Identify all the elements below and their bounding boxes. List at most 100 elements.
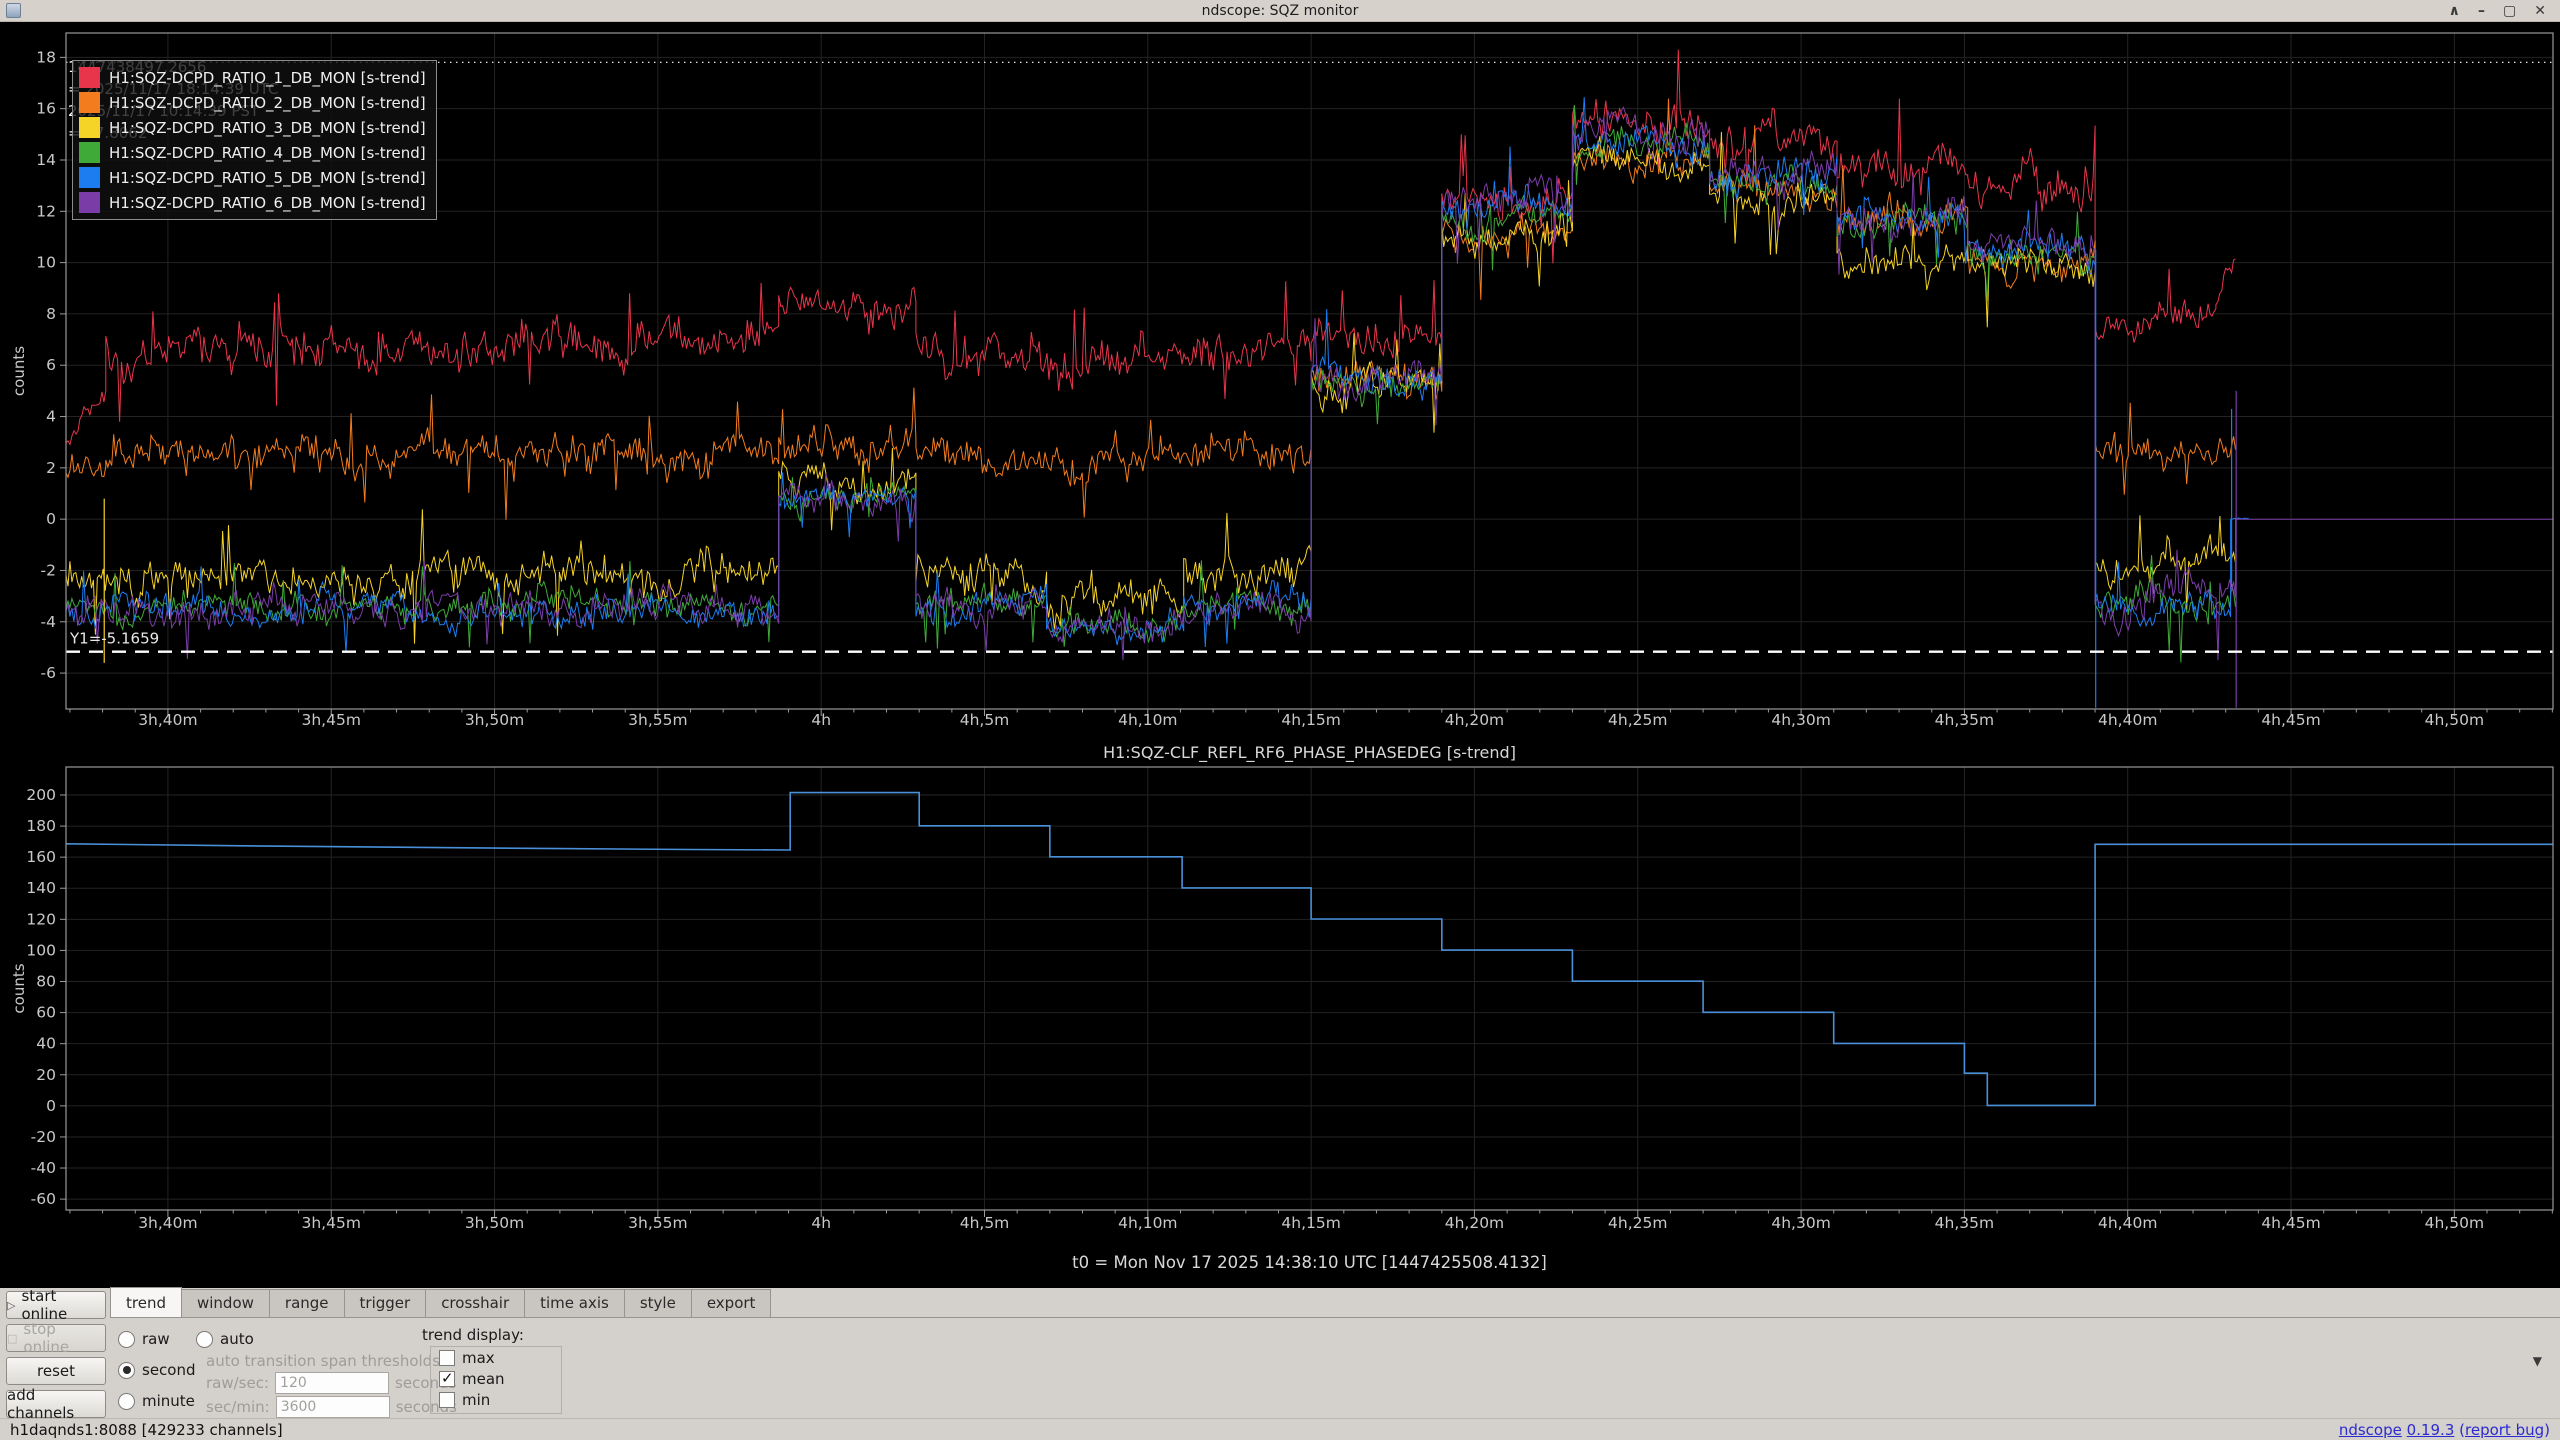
rawsec-input[interactable] (275, 1372, 389, 1394)
checkbox-min-box[interactable] (439, 1392, 455, 1408)
trace-ratio-6 (66, 107, 2553, 660)
button-glyph-icon: ▷ (7, 1299, 15, 1312)
legend-item[interactable]: H1:SQZ-DCPD_RATIO_5_DB_MON [s-trend] (79, 165, 426, 190)
svg-text:0: 0 (46, 1097, 56, 1115)
svg-text:3h,50m: 3h,50m (465, 1214, 524, 1232)
radio-auto-label: auto (220, 1330, 254, 1348)
legend-label: H1:SQZ-DCPD_RATIO_1_DB_MON [s-trend] (109, 69, 426, 87)
chevron-down-icon[interactable]: ▼ (2533, 1354, 2542, 1368)
svg-text:-2: -2 (41, 561, 56, 579)
radio-raw[interactable]: raw (118, 1330, 170, 1348)
bottom-plot-frame: 3h,40m3h,45m3h,50m3h,55m4h4h,5m4h,10m4h,… (26, 767, 2553, 1232)
svg-text:4h,45m: 4h,45m (2261, 1214, 2320, 1232)
minimize-button[interactable]: – (2478, 1, 2485, 21)
svg-text:3h,55m: 3h,55m (628, 711, 687, 729)
tab-range[interactable]: range (269, 1289, 345, 1317)
radio-raw-circle[interactable] (118, 1331, 135, 1348)
start-online-button[interactable]: ▷start online (6, 1291, 106, 1319)
tab-trend[interactable]: trend (110, 1287, 182, 1317)
plot-legend[interactable]: H1:SQZ-DCPD_RATIO_1_DB_MON [s-trend] H1:S… (72, 60, 437, 220)
version-link[interactable]: 0.19.3 (2407, 1421, 2455, 1439)
legend-item[interactable]: H1:SQZ-DCPD_RATIO_1_DB_MON [s-trend] (79, 65, 426, 90)
svg-text:-20: -20 (31, 1128, 56, 1146)
svg-text:100: 100 (26, 941, 56, 959)
svg-text:4h,30m: 4h,30m (1771, 1214, 1830, 1232)
rawsec-row: raw/sec: seconds (206, 1372, 456, 1394)
tab-time-axis[interactable]: time axis (524, 1289, 625, 1317)
svg-text:140: 140 (26, 879, 56, 897)
legend-item[interactable]: H1:SQZ-DCPD_RATIO_3_DB_MON [s-trend] (79, 115, 426, 140)
svg-text:3h,40m: 3h,40m (138, 711, 197, 729)
radio-minute-label: minute (142, 1392, 195, 1410)
legend-item[interactable]: H1:SQZ-DCPD_RATIO_4_DB_MON [s-trend] (79, 140, 426, 165)
radio-second[interactable]: second (118, 1361, 196, 1379)
svg-text:4h,50m: 4h,50m (2425, 711, 2484, 729)
nds-server-status: h1daqnds1:8088 [429233 channels] (10, 1421, 283, 1439)
checkbox-mean[interactable]: mean (431, 1368, 561, 1389)
svg-text:14: 14 (36, 151, 56, 169)
radio-minute[interactable]: minute (118, 1392, 195, 1410)
svg-text:4h,15m: 4h,15m (1281, 711, 1340, 729)
radio-minute-circle[interactable] (118, 1393, 135, 1410)
tab-export[interactable]: export (691, 1289, 772, 1317)
control-panel: ▷start online□stop onlineresetadd channe… (0, 1288, 2560, 1418)
svg-text:60: 60 (36, 1004, 56, 1022)
tab-baseline (110, 1317, 2560, 1318)
svg-text:4h,5m: 4h,5m (960, 1214, 1010, 1232)
online-buttons: ▷start online □stop online reset add channe… (6, 1291, 106, 1418)
svg-text:3h,40m: 3h,40m (138, 1214, 197, 1232)
stop-online-button[interactable]: □stop online (6, 1324, 106, 1352)
maximize-button[interactable]: ▢ (2503, 1, 2516, 21)
top-plot-traces[interactable] (66, 50, 2553, 708)
svg-text:4h,30m: 4h,30m (1771, 711, 1830, 729)
checkbox-max-box[interactable] (439, 1350, 455, 1366)
legend-label: H1:SQZ-DCPD_RATIO_3_DB_MON [s-trend] (109, 119, 426, 137)
ndscope-link[interactable]: ndscope (2339, 1421, 2402, 1439)
svg-text:4h,10m: 4h,10m (1118, 1214, 1177, 1232)
button-label: start online (21, 1287, 105, 1323)
svg-text:16: 16 (36, 100, 56, 118)
svg-text:12: 12 (36, 202, 56, 220)
svg-text:0: 0 (46, 510, 56, 528)
radio-auto[interactable]: auto (196, 1330, 254, 1348)
window-buttons: ∧–▢ ✕ (2449, 1, 2560, 21)
svg-text:3h,50m: 3h,50m (465, 711, 524, 729)
checkbox-label: max (462, 1349, 495, 1367)
button-label: add channels (7, 1386, 105, 1422)
titlebar[interactable]: ndscope: SQZ monitor ∧–▢ ✕ (0, 0, 2560, 22)
svg-text:4h: 4h (811, 711, 831, 729)
shade-button[interactable]: ∧ (2449, 1, 2460, 21)
radio-second-circle[interactable] (118, 1362, 135, 1379)
legend-swatch-1 (79, 67, 100, 88)
legend-item[interactable]: H1:SQZ-DCPD_RATIO_2_DB_MON [s-trend] (79, 90, 426, 115)
checkbox-min[interactable]: min (431, 1389, 561, 1410)
svg-text:4h,5m: 4h,5m (960, 711, 1010, 729)
button-label: reset (37, 1362, 75, 1380)
secmin-input[interactable] (276, 1396, 390, 1418)
bottom-plot-traces[interactable] (66, 793, 2553, 1106)
add-channels-button[interactable]: add channels (6, 1390, 106, 1418)
legend-swatch-2 (79, 92, 100, 113)
svg-text:-4: -4 (41, 613, 56, 631)
checkbox-mean-box[interactable] (439, 1371, 455, 1387)
close-button[interactable]: ✕ (2534, 1, 2546, 21)
svg-text:180: 180 (26, 817, 56, 835)
svg-text:-6: -6 (41, 664, 56, 682)
legend-item[interactable]: H1:SQZ-DCPD_RATIO_6_DB_MON [s-trend] (79, 190, 426, 215)
checkbox-max[interactable]: max (431, 1347, 561, 1368)
tab-crosshair[interactable]: crosshair (425, 1289, 525, 1317)
tab-style[interactable]: style (624, 1289, 692, 1317)
checkbox-label: min (462, 1391, 490, 1409)
secmin-label: sec/min: (206, 1398, 270, 1416)
report-bug-link[interactable]: report bug (2465, 1421, 2544, 1439)
svg-text:-60: -60 (31, 1190, 56, 1208)
reset-button[interactable]: reset (6, 1357, 106, 1385)
svg-text:4h,40m: 4h,40m (2098, 1214, 2157, 1232)
svg-text:4h,10m: 4h,10m (1118, 711, 1177, 729)
legend-swatch-6 (79, 192, 100, 213)
window-title: ndscope: SQZ monitor (0, 3, 2560, 19)
t0-label: t0 = Mon Nov 17 2025 14:38:10 UTC [14474… (1072, 1253, 1547, 1272)
tab-trigger[interactable]: trigger (344, 1289, 427, 1317)
radio-auto-circle[interactable] (196, 1331, 213, 1348)
tab-window[interactable]: window (181, 1289, 270, 1317)
